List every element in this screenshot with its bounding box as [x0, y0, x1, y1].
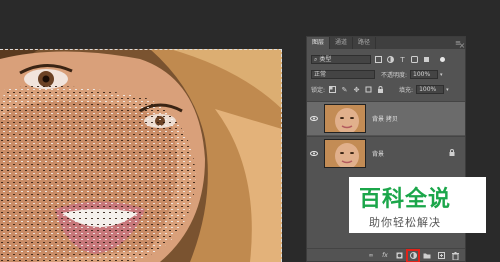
portrait-photo [0, 49, 282, 262]
opacity-dropdown-icon[interactable]: ▾ [440, 72, 443, 78]
lock-image-icon[interactable]: ✎ [340, 85, 349, 94]
selection-border-right [281, 49, 282, 262]
lock-row: 锁定: ✎ ✥ 填充: 100% ▾ [307, 83, 465, 96]
blend-row: 正常 不透明度: 100% ▾ [307, 68, 465, 81]
panel-close-icon[interactable]: × [458, 42, 466, 50]
blend-mode-select[interactable]: 正常 [311, 70, 375, 79]
filter-kind-select[interactable]: ⌕ 类型 [311, 55, 371, 64]
layer-filter-row: ⌕ 类型 T [307, 53, 465, 66]
panel-tabs: 图层 通道 路径 ≡ [307, 37, 465, 49]
lock-position-icon[interactable]: ✥ [352, 85, 361, 94]
filter-type-icon[interactable]: T [398, 55, 407, 64]
layer-row-background[interactable]: 背景 [307, 136, 465, 170]
visibility-eye-icon[interactable] [307, 151, 321, 156]
folder-icon[interactable] [423, 252, 431, 260]
filter-adjustment-icon[interactable] [386, 55, 395, 64]
fill-dropdown-icon[interactable]: ▾ [446, 87, 449, 93]
layer-row-background-copy[interactable]: 背景 拷贝 [307, 101, 465, 135]
layer-name[interactable]: 背景 [372, 149, 384, 158]
layer-name[interactable]: 背景 拷贝 [372, 114, 398, 123]
watermark-title: 百科全说 [359, 187, 452, 212]
lock-artboard-icon[interactable] [364, 85, 373, 94]
fill-field[interactable]: 100% [416, 85, 445, 94]
filter-pixel-icon[interactable] [374, 55, 383, 64]
search-icon: ⌕ [314, 56, 318, 63]
layers-footer: ∞ fx [307, 248, 465, 262]
tab-paths[interactable]: 路径 [353, 37, 377, 49]
link-icon[interactable]: ∞ [367, 252, 375, 260]
tab-channels[interactable]: 通道 [330, 37, 354, 49]
filter-toggle[interactable] [438, 55, 447, 64]
watermark-logo: 百科全说 助你轻松解决 [349, 177, 486, 233]
layer-thumbnail [324, 104, 366, 133]
opacity-label: 不透明度: [381, 72, 408, 79]
lock-label: 锁定: [311, 87, 326, 94]
filter-kind-label: 类型 [319, 56, 332, 63]
lock-transparent-icon[interactable] [328, 85, 337, 94]
fx-icon[interactable]: fx [381, 252, 389, 260]
layer-thumbnail [324, 139, 366, 168]
lock-icon [449, 149, 455, 158]
visibility-eye-icon[interactable] [307, 116, 321, 121]
trash-icon[interactable] [451, 251, 459, 260]
tab-layers[interactable]: 图层 [307, 37, 331, 49]
watermark-subtitle: 助你轻松解决 [369, 216, 441, 229]
mask-icon[interactable] [395, 252, 403, 260]
filter-shape-icon[interactable] [410, 55, 419, 64]
filter-smart-object-icon[interactable] [422, 55, 431, 64]
new-layer-icon[interactable] [437, 252, 445, 260]
lock-all-icon[interactable] [376, 85, 385, 94]
fill-label: 填充: [399, 87, 414, 94]
opacity-field[interactable]: 100% [410, 70, 439, 79]
adjustment-icon[interactable] [406, 248, 420, 262]
document-canvas[interactable] [0, 49, 282, 262]
selection-border-top [0, 49, 282, 50]
